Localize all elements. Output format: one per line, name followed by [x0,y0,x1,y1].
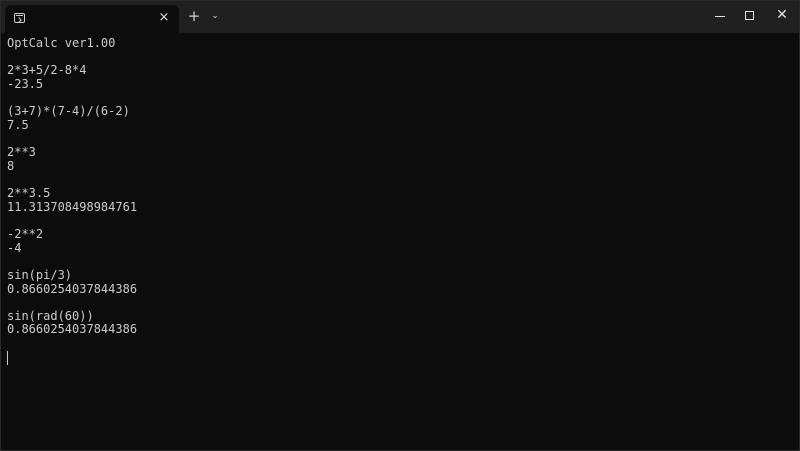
terminal-line: (3+7)*(7-4)/(6-2) [7,104,130,119]
terminal-line: -23.5 [7,76,44,91]
terminal-line: -4 [7,240,22,255]
terminal-window: × + ⌄ ✕ OptCalc ver1.00 2*3+5/2-8*4 -23.5 (… [0,0,800,451]
tab-active[interactable]: × [5,5,179,33]
terminal-line: 2*3+5/2-8*4 [7,63,87,78]
terminal-line: 0.8660254037844386 [7,322,138,337]
terminal-line: -2**2 [7,226,44,241]
tab-close-button[interactable]: × [157,11,171,25]
terminal-line: sin(rad(60)) [7,308,94,323]
close-icon: ✕ [776,7,788,23]
terminal-line: OptCalc ver1.00 [7,36,116,50]
close-window-button[interactable]: ✕ [767,1,797,31]
maximize-icon [745,11,754,20]
tab-dropdown-button[interactable]: ⌄ [209,10,221,22]
minimize-button[interactable] [705,1,735,31]
maximize-button[interactable] [735,1,765,31]
title-bar: × + ⌄ ✕ [1,1,799,33]
new-tab-button[interactable]: + [187,9,201,24]
terminal-line: 7.5 [7,117,29,132]
minimize-icon [715,16,725,17]
terminal-icon [14,13,25,23]
terminal-line: 2**3 [7,145,36,160]
text-cursor [7,350,8,365]
terminal-line: 11.313708498984761 [7,199,138,214]
terminal-line: 8 [7,158,15,173]
terminal-line: 0.8660254037844386 [7,281,138,296]
terminal-line: sin(pi/3) [7,267,73,282]
terminal-line: 2**3.5 [7,186,51,201]
terminal-output[interactable]: OptCalc ver1.00 2*3+5/2-8*4 -23.5 (3+7)*(7-… [7,36,787,447]
